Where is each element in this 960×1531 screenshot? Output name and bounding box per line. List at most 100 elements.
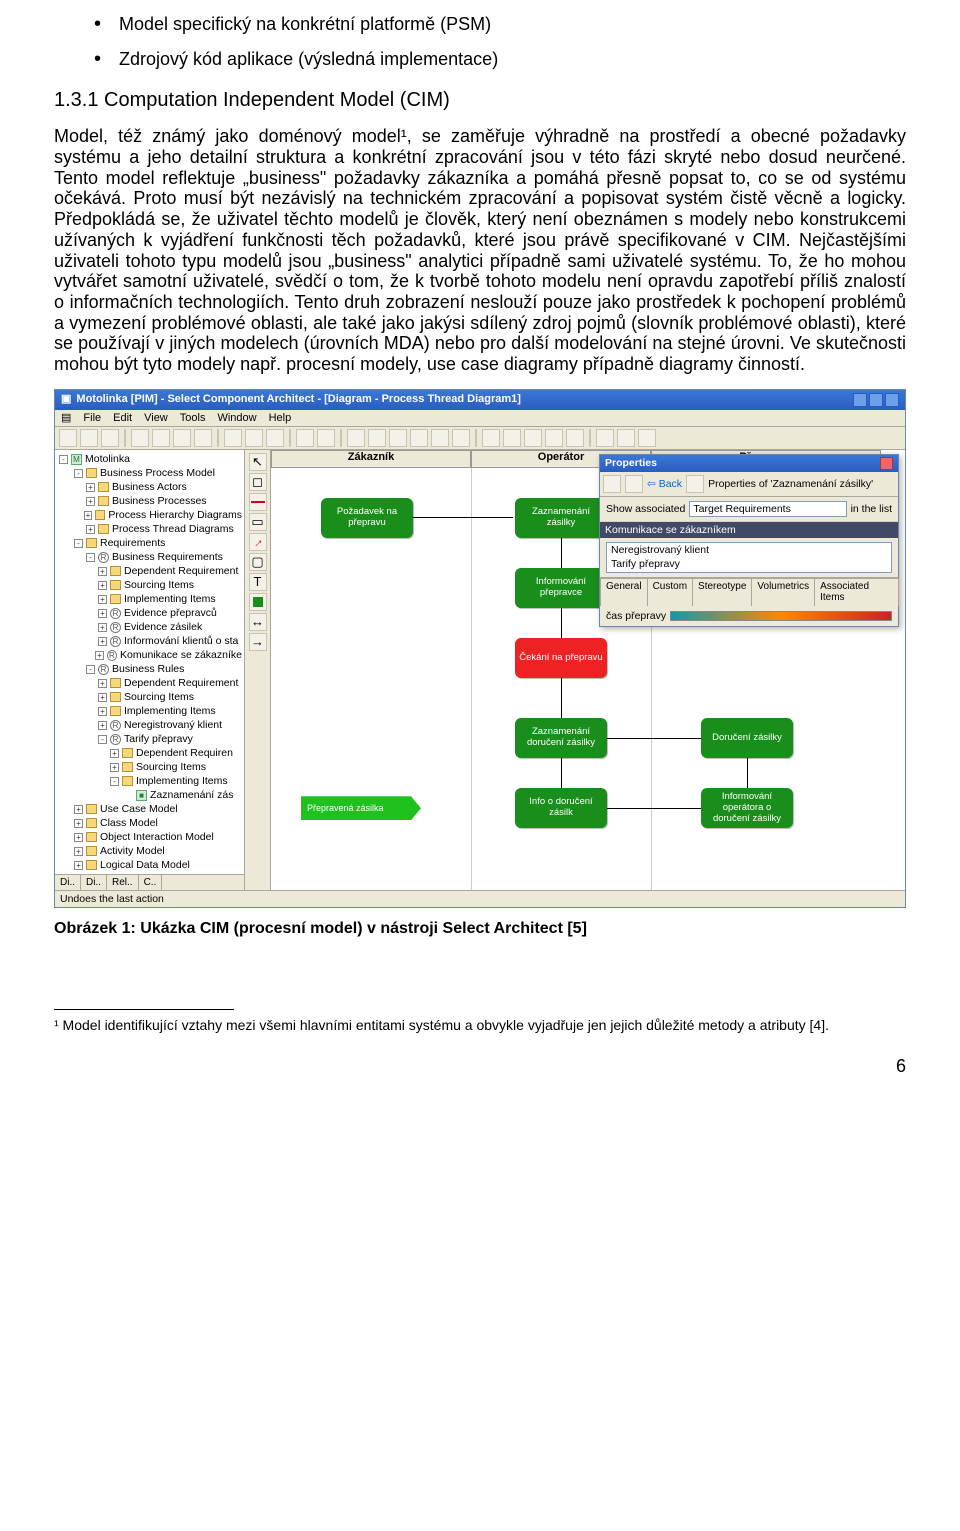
pointer-tool[interactable]: ↖: [249, 453, 267, 471]
tree-row[interactable]: -Business Process Model: [57, 466, 242, 480]
properties-panel[interactable]: Properties ⇦ Back Properties of 'Zazname…: [599, 454, 899, 626]
toolbar-button[interactable]: [131, 429, 149, 447]
maximize-button[interactable]: [869, 393, 883, 407]
list-item[interactable]: Neregistrovaný klient: [607, 543, 891, 557]
close-button[interactable]: [885, 393, 899, 407]
sidebar-tab[interactable]: C..: [139, 875, 163, 891]
toolbar-button[interactable]: [566, 429, 584, 447]
toolbar-button[interactable]: [545, 429, 563, 447]
process-node[interactable]: Požadavek na přepravu: [321, 498, 413, 538]
shape-tool[interactable]: ◻: [249, 473, 267, 491]
tree-row[interactable]: +Dependent Requiren: [57, 746, 242, 760]
toolbar-button[interactable]: [347, 429, 365, 447]
text-tool[interactable]: T: [249, 573, 267, 591]
process-node[interactable]: Zaznamenání doručení zásilky: [515, 718, 607, 758]
tree-row[interactable]: +Process Thread Diagrams: [57, 522, 242, 536]
copy-button[interactable]: [625, 475, 643, 493]
external-arrow[interactable]: Přepravená zásilka: [301, 796, 421, 820]
tree-row[interactable]: +Implementing Items: [57, 592, 242, 606]
app-menu-icon[interactable]: ▤: [61, 412, 71, 425]
tree-row[interactable]: +Sourcing Items: [57, 690, 242, 704]
toolbar-button[interactable]: [296, 429, 314, 447]
connector-tool[interactable]: [249, 493, 267, 511]
time-bar[interactable]: [670, 611, 892, 621]
tree-row[interactable]: +RNeregistrovaný klient: [57, 718, 242, 732]
sidebar-tab[interactable]: Di..: [81, 875, 107, 891]
tree-row[interactable]: +Sourcing Items: [57, 578, 242, 592]
back-link[interactable]: ⇦ Back: [647, 478, 682, 490]
tree-row[interactable]: +Sourcing Items: [57, 760, 242, 774]
tree-row[interactable]: +Class Model: [57, 816, 242, 830]
minimize-button[interactable]: [853, 393, 867, 407]
toolbar-button[interactable]: [596, 429, 614, 447]
tool-button[interactable]: [686, 475, 704, 493]
tree-row[interactable]: ■Zaznamenání zás: [57, 788, 242, 802]
toolbar-button[interactable]: [59, 429, 77, 447]
toolbar-button[interactable]: [266, 429, 284, 447]
tree-row[interactable]: +RInformování klientů o sta: [57, 634, 242, 648]
tree-row[interactable]: +REvidence přepravců: [57, 606, 242, 620]
tree-row[interactable]: +Process Hierarchy Diagrams: [57, 508, 242, 522]
tree-row[interactable]: +Dependent Requirement: [57, 564, 242, 578]
tab-general[interactable]: General: [600, 578, 648, 606]
arrow-tool[interactable]: →: [249, 533, 267, 551]
tree-row[interactable]: +Dependent Requirement: [57, 676, 242, 690]
tree-row[interactable]: +Activity Model: [57, 844, 242, 858]
toolbar-button[interactable]: [224, 429, 242, 447]
toolbar-button[interactable]: [524, 429, 542, 447]
associated-select[interactable]: Target Requirements: [689, 501, 846, 517]
toolbar-button[interactable]: [317, 429, 335, 447]
tree-row[interactable]: -Requirements: [57, 536, 242, 550]
toolbar-button[interactable]: [194, 429, 212, 447]
toolbar-button[interactable]: [452, 429, 470, 447]
process-node[interactable]: Info o doručení zásilk: [515, 788, 607, 828]
tree-row[interactable]: -RBusiness Rules: [57, 662, 242, 676]
branch-tool[interactable]: ↔: [249, 613, 267, 631]
tree-row[interactable]: +Logical Data Model: [57, 858, 242, 872]
process-node[interactable]: Informování přepravce: [515, 568, 607, 608]
activity-tool[interactable]: [249, 593, 267, 611]
close-icon[interactable]: [880, 457, 893, 470]
toolbar-button[interactable]: [173, 429, 191, 447]
toolbar-button[interactable]: [431, 429, 449, 447]
toolbar-button[interactable]: [638, 429, 656, 447]
tab-stereotype[interactable]: Stereotype: [692, 578, 752, 606]
menu-view[interactable]: View: [144, 412, 168, 425]
tree-row[interactable]: -RTarify přepravy: [57, 732, 242, 746]
process-node[interactable]: Zaznamenání zásilky: [515, 498, 607, 538]
menu-window[interactable]: Window: [217, 412, 256, 425]
toolbar-button[interactable]: [617, 429, 635, 447]
toolbar-button[interactable]: [368, 429, 386, 447]
menu-tools[interactable]: Tools: [180, 412, 206, 425]
sidebar-tab[interactable]: Rel..: [107, 875, 139, 891]
tree-row[interactable]: +Use Case Model: [57, 802, 242, 816]
tree-row[interactable]: +Business Processes: [57, 494, 242, 508]
tab-volumetrics[interactable]: Volumetrics: [751, 578, 815, 606]
toolbar-button[interactable]: [503, 429, 521, 447]
tree-row[interactable]: -RBusiness Requirements: [57, 550, 242, 564]
menu-file[interactable]: File: [83, 412, 101, 425]
toolbar-button[interactable]: [482, 429, 500, 447]
toolbar-button[interactable]: [152, 429, 170, 447]
tree-row[interactable]: -Implementing Items: [57, 774, 242, 788]
toolbar-button[interactable]: [101, 429, 119, 447]
tree-row[interactable]: +RKomunikace se zákazníke: [57, 648, 242, 662]
toolbar-button[interactable]: [410, 429, 428, 447]
diagram-canvas[interactable]: Zákazník Operátor Přepravce Požadavek na…: [271, 450, 905, 890]
toolbar-button[interactable]: [245, 429, 263, 447]
tree-row[interactable]: +REvidence zásilek: [57, 620, 242, 634]
cut-button[interactable]: [603, 475, 621, 493]
tree-row[interactable]: +Implementing Items: [57, 704, 242, 718]
menu-help[interactable]: Help: [269, 412, 292, 425]
toolbar-button[interactable]: [80, 429, 98, 447]
flow-tool[interactable]: →: [249, 633, 267, 651]
box-tool[interactable]: ▢: [249, 553, 267, 571]
process-node-selected[interactable]: Čekání na přepravu: [515, 638, 607, 678]
model-tree[interactable]: -MMotolinka-Business Process Model+Busin…: [55, 450, 244, 874]
toolbar-button[interactable]: [389, 429, 407, 447]
tab-associated[interactable]: Associated Items: [814, 578, 899, 606]
note-tool[interactable]: ▭: [249, 513, 267, 531]
tab-custom[interactable]: Custom: [647, 578, 693, 606]
sidebar-tab[interactable]: Di..: [55, 875, 81, 891]
requirements-list[interactable]: Neregistrovaný klient Tarify přepravy: [606, 542, 892, 572]
